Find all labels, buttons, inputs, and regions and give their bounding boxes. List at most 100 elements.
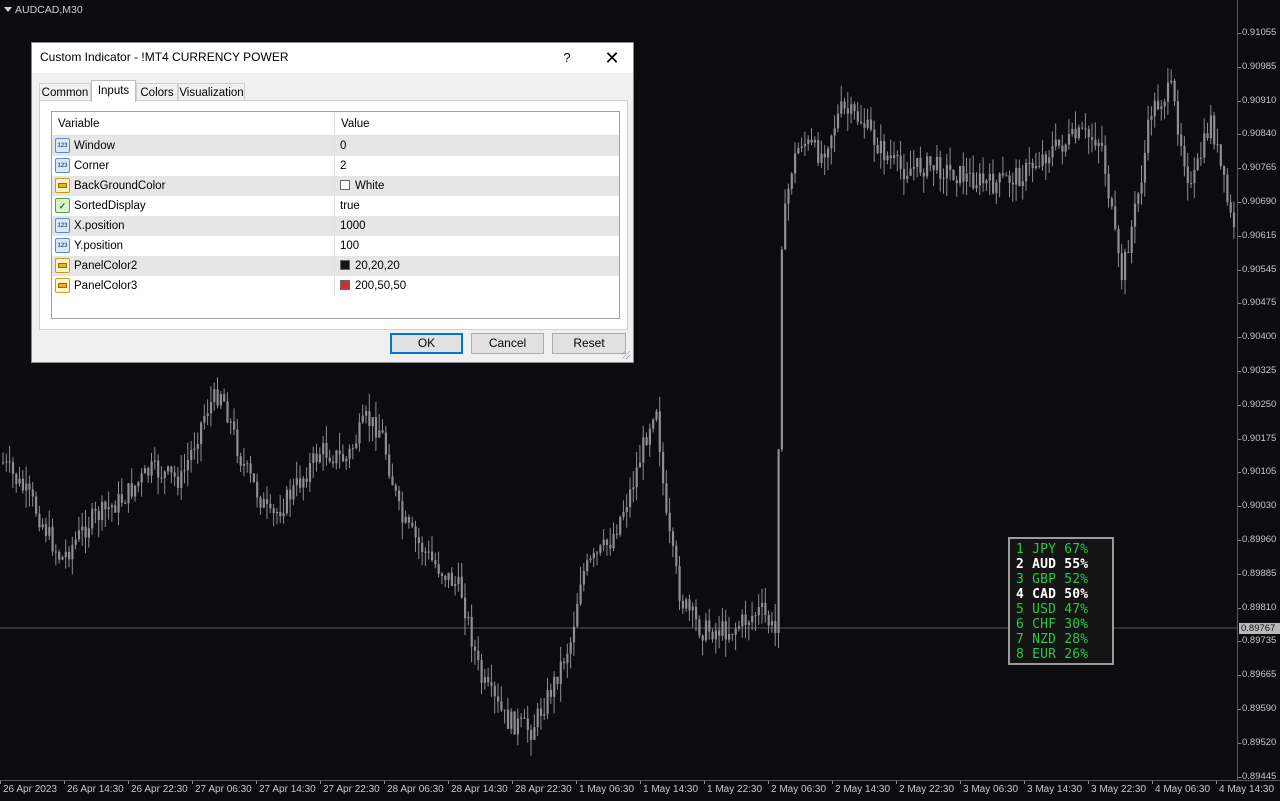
parameter-row[interactable]: 123 Y.position 100 [52, 236, 619, 256]
candle [662, 442, 665, 496]
candle [1067, 118, 1071, 150]
number-icon: 123 [55, 158, 70, 173]
candle [5, 453, 8, 472]
candle [259, 495, 262, 515]
candle [15, 472, 18, 493]
close-button[interactable]: ✕ [597, 46, 627, 70]
candle [665, 470, 668, 516]
help-button[interactable]: ? [552, 47, 582, 69]
candle [1213, 111, 1216, 150]
parameter-row[interactable]: PanelColor2 20,20,20 [52, 256, 619, 276]
candle [41, 518, 44, 531]
symbol-label: AUDCAD,M30 [4, 4, 83, 16]
parameter-row[interactable]: BackGroundColor White [52, 176, 619, 196]
currency-code: USD [1032, 602, 1057, 617]
parameter-row[interactable]: ✓ SortedDisplay true [52, 196, 619, 216]
candle [114, 500, 117, 514]
candle [1163, 98, 1166, 120]
candle [615, 524, 618, 539]
dialog-titlebar[interactable]: Custom Indicator - !MT4 CURRENCY POWER ?… [32, 43, 633, 73]
currency-rank: 4 [1016, 587, 1025, 602]
candle [1025, 158, 1028, 191]
candle [394, 483, 397, 497]
candle [200, 421, 203, 462]
color-swatch [340, 280, 350, 290]
time-tick [1088, 781, 1089, 784]
candle [741, 609, 744, 638]
candle [629, 477, 632, 518]
tab-inputs[interactable]: Inputs [91, 80, 136, 102]
price-tick [1238, 337, 1241, 339]
candle [1124, 248, 1127, 295]
candle [602, 529, 605, 552]
price-tick [1238, 371, 1241, 372]
candle [906, 161, 909, 184]
tab-common[interactable]: Common [39, 83, 91, 101]
parameter-value-cell[interactable]: White [335, 176, 619, 196]
time-label: 27 Apr 22:30 [323, 784, 380, 795]
candle [292, 478, 295, 506]
currency-percent: 52% [1064, 572, 1089, 587]
candle [959, 165, 962, 187]
candle [11, 457, 15, 488]
currency-row: 2 AUD 55% [1016, 557, 1112, 572]
parameter-row[interactable]: 123 Window 0 [52, 136, 619, 156]
time-axis[interactable]: 26 Apr 2023 26 Apr 14:30 26 Apr 22:30 27 Ap… [0, 780, 1280, 801]
column-header-variable[interactable]: Variable [52, 112, 335, 136]
candle [1137, 191, 1140, 213]
candle [28, 475, 31, 507]
candle [638, 444, 642, 468]
candle [427, 540, 430, 560]
column-header-value[interactable]: Value [335, 112, 619, 136]
candle [566, 643, 569, 678]
candle [1190, 171, 1193, 188]
candle [107, 491, 110, 520]
dialog-title: Custom Indicator - !MT4 CURRENCY POWER [40, 50, 289, 64]
candle [295, 461, 298, 497]
parameter-variable-cell: PanelColor3 [52, 276, 335, 296]
parameter-value-cell[interactable]: 0 [335, 136, 619, 156]
candle [1011, 172, 1014, 202]
candle [655, 408, 658, 422]
price-tick [1238, 641, 1241, 643]
parameter-value-cell[interactable]: 100 [335, 236, 619, 256]
tab-colors[interactable]: Colors [136, 83, 178, 101]
ok-button[interactable]: OK [390, 333, 463, 354]
candle [134, 484, 137, 502]
candle [503, 709, 506, 724]
candle [1140, 165, 1143, 205]
parameter-value: 1000 [340, 220, 366, 232]
parameter-value-cell[interactable]: 200,50,50 [335, 276, 619, 296]
parameter-row[interactable]: PanelColor3 200,50,50 [52, 276, 619, 296]
parameter-value-cell[interactable]: 20,20,20 [335, 256, 619, 276]
candle [414, 520, 417, 553]
parameter-row[interactable]: 123 Corner 2 [52, 156, 619, 176]
candle [213, 382, 216, 411]
time-tick [64, 781, 65, 784]
parameter-value-cell[interactable]: 1000 [335, 216, 619, 236]
time-label: 1 May 06:30 [579, 784, 635, 795]
candle [935, 144, 939, 174]
parameter-row[interactable]: 123 X.position 1000 [52, 216, 619, 236]
candle [952, 169, 955, 181]
price-label: 0.90105 [1242, 466, 1277, 478]
price-axis[interactable]: 0.91055 0.90985 0.90910 0.90840 0.90765 0.906… [1237, 0, 1280, 782]
candle [219, 391, 222, 410]
parameter-value-cell[interactable]: 2 [335, 156, 619, 176]
time-label: 3 May 22:30 [1091, 784, 1147, 795]
tab-visualization[interactable]: Visualization [178, 83, 245, 101]
candle [1028, 147, 1031, 176]
cancel-button[interactable]: Cancel [471, 333, 544, 354]
candle [1001, 156, 1005, 179]
candle [744, 600, 747, 639]
candle [355, 434, 358, 450]
candle [1015, 159, 1018, 201]
candle [658, 396, 661, 467]
candle [734, 622, 737, 651]
resize-grip-icon[interactable] [622, 351, 630, 359]
number-icon: 123 [55, 238, 70, 253]
parameter-value-cell[interactable]: true [335, 196, 619, 216]
reset-button[interactable]: Reset [552, 333, 626, 354]
candle [609, 527, 612, 556]
currency-rank: 2 [1016, 557, 1025, 572]
